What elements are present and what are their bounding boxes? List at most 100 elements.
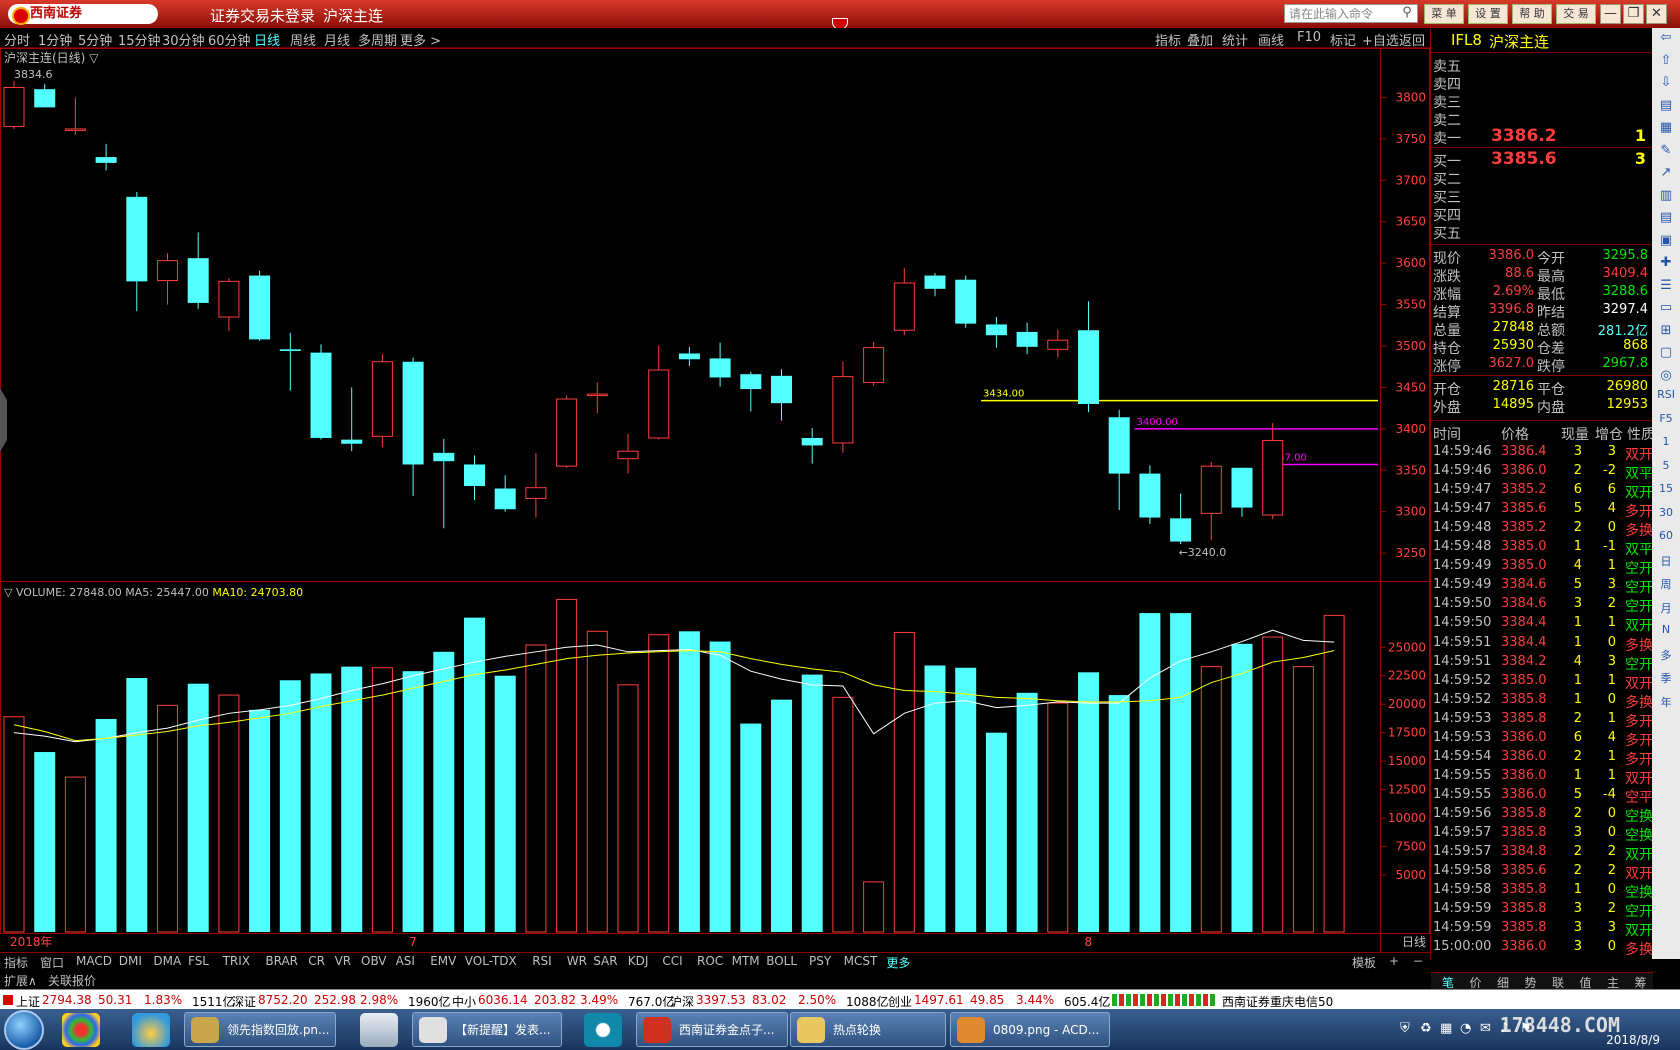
volume-bar[interactable] (187, 683, 209, 932)
volume-bar[interactable] (1139, 613, 1161, 932)
broker-server-label[interactable]: 西南证券重庆电信50 (1222, 993, 1333, 1010)
candle[interactable] (187, 258, 209, 303)
chart-tool-2[interactable]: 统计 (1222, 30, 1248, 49)
period-tab-9[interactable]: 多周期 (358, 30, 397, 49)
volume-bar[interactable] (801, 674, 823, 932)
volume-bar[interactable] (617, 684, 639, 933)
indicator-right-button[interactable]: 模板 (1352, 954, 1376, 971)
indicator-tab[interactable]: DMI (119, 954, 142, 968)
toolbar-icon[interactable]: ↗ (1656, 165, 1676, 180)
period-tab-2[interactable]: 5分钟 (78, 30, 112, 49)
volume-bar[interactable] (740, 723, 762, 932)
buy1-price[interactable]: 3385.6 (1491, 149, 1557, 169)
indicator-tab[interactable]: ROC (697, 954, 723, 968)
candle[interactable] (279, 349, 301, 351)
indicator-tab[interactable]: WR (567, 954, 587, 968)
candle[interactable] (371, 361, 393, 437)
candle[interactable] (341, 439, 363, 444)
tray-icon[interactable]: ⛨ (1400, 1021, 1410, 1036)
side-strip-button[interactable]: 季 (1656, 670, 1676, 686)
period-tab-3[interactable]: 15分钟 (118, 30, 161, 49)
volume-bar[interactable] (1292, 666, 1314, 933)
candle[interactable] (64, 128, 86, 131)
ticker-name[interactable]: 上证 (16, 993, 40, 1010)
start-button[interactable] (4, 1010, 44, 1050)
volume-bar[interactable] (709, 641, 731, 932)
candle[interactable] (1231, 467, 1253, 508)
candle[interactable] (648, 369, 670, 439)
volume-bar[interactable] (985, 732, 1007, 932)
candle[interactable] (771, 375, 792, 404)
tray-icon[interactable]: ♻ (1420, 1021, 1432, 1036)
side-strip-button[interactable]: 30 (1656, 506, 1676, 519)
tray-icon[interactable]: ⚑ (1520, 1021, 1532, 1036)
candle[interactable] (955, 279, 977, 324)
candle[interactable] (801, 437, 823, 446)
period-tab-4[interactable]: 30分钟 (162, 30, 205, 49)
ticker-name[interactable]: 创业 (888, 993, 912, 1010)
candle[interactable] (985, 324, 1007, 336)
candle[interactable] (1108, 417, 1130, 474)
side-strip-button[interactable]: RSI (1656, 388, 1676, 401)
taskbar-window[interactable]: 西南证券金点子... (636, 1012, 788, 1047)
volume-bar[interactable] (249, 709, 271, 932)
period-tab-10[interactable]: 更多 > (400, 30, 441, 49)
volume-bar[interactable] (678, 631, 700, 932)
volume-bar[interactable] (586, 630, 608, 933)
related-quotes-toggle[interactable]: 关联报价 (48, 972, 96, 989)
chart-tool-3[interactable]: 画线 (1258, 30, 1284, 49)
chart-tool-1[interactable]: 叠加 (1187, 30, 1213, 49)
candle[interactable] (1170, 518, 1192, 542)
indicator-tab[interactable]: FSL (188, 954, 209, 968)
chart-tool-6[interactable]: +自选 (1362, 30, 1399, 49)
indicator-tab[interactable]: BOLL (766, 954, 797, 968)
indicator-tab[interactable]: VR (335, 954, 352, 968)
indicator-right-button[interactable]: + (1389, 954, 1399, 968)
volume-bar[interactable] (556, 598, 578, 933)
help-button[interactable]: 帮 助 (1512, 4, 1552, 24)
chart-tool-4[interactable]: F10 (1297, 30, 1321, 45)
volume-bar[interactable] (863, 881, 885, 933)
volume-bar[interactable] (1231, 643, 1253, 932)
period-tab-8[interactable]: 月线 (324, 30, 350, 49)
toolbar-icon[interactable]: ▤ (1656, 98, 1676, 113)
ticker-name[interactable]: 深证 (232, 993, 256, 1010)
period-tab-1[interactable]: 1分钟 (38, 30, 72, 49)
candle[interactable] (740, 374, 762, 390)
minimize-button[interactable]: — (1600, 4, 1621, 24)
candle[interactable] (924, 275, 946, 289)
quicklaunch-app-icon[interactable] (62, 1013, 100, 1047)
candle[interactable] (617, 450, 639, 460)
indicator-right-button[interactable]: − (1413, 954, 1423, 968)
candle[interactable] (586, 393, 608, 397)
indicator-tab[interactable]: KDJ (628, 954, 649, 968)
candle[interactable] (556, 398, 578, 467)
volume-bar[interactable] (279, 680, 301, 932)
candle[interactable] (494, 488, 516, 510)
volume-bar[interactable] (1323, 614, 1345, 933)
indicator-tab[interactable]: MCST (844, 954, 878, 968)
chart-tool-0[interactable]: 指标 (1155, 30, 1181, 49)
side-strip-button[interactable]: N (1656, 623, 1676, 636)
volume-bar[interactable] (157, 704, 178, 933)
volume-bar[interactable] (126, 678, 148, 932)
side-strip-button[interactable]: 年 (1656, 694, 1676, 710)
candle[interactable] (1047, 339, 1069, 350)
tray-icon[interactable]: ✉ (1480, 1021, 1491, 1036)
volume-bar[interactable] (95, 719, 117, 932)
indicator-tab[interactable]: MTM (732, 954, 760, 968)
volume-bar[interactable] (1078, 672, 1099, 932)
ticker-name[interactable]: 中小 (452, 993, 476, 1010)
tray-icon[interactable]: ▦ (1440, 1021, 1452, 1036)
kline-chart[interactable]: 3800 3750 3700 3650 3600 3550 3500 3450 3400 3350… (0, 48, 1430, 952)
tray-icon[interactable]: ♪ (1500, 1021, 1508, 1036)
candle[interactable] (525, 487, 547, 499)
indicator-tab[interactable]: 更多 (886, 954, 910, 971)
candle[interactable] (1078, 330, 1099, 404)
collapse-handle-icon[interactable] (0, 388, 7, 452)
indicator-tab[interactable]: 窗口 (40, 954, 64, 971)
toolbar-icon[interactable]: ▤ (1656, 210, 1676, 225)
quicklaunch-calculator-icon[interactable] (360, 1013, 398, 1047)
volume-bar[interactable] (218, 694, 240, 933)
indicator-tab[interactable]: CCI (662, 954, 682, 968)
